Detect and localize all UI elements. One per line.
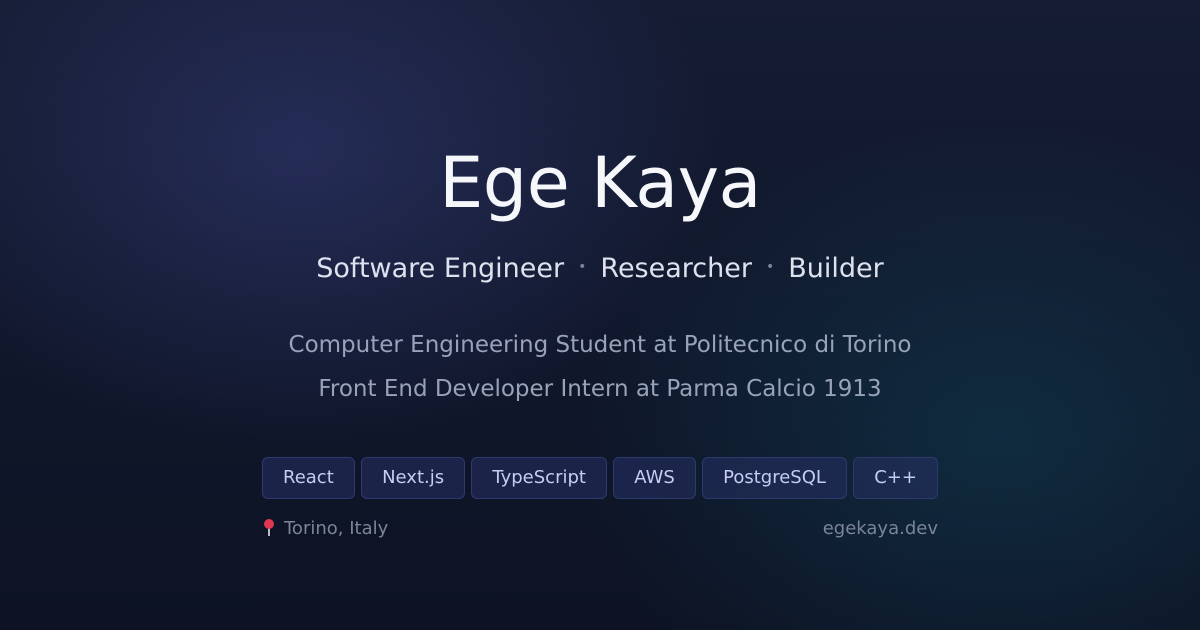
tag-react: React [262, 457, 355, 499]
role-separator: • [578, 258, 587, 275]
role-separator: • [765, 258, 775, 275]
website-url: egekaya.dev [822, 517, 938, 539]
tag-typescript: TypeScript [471, 457, 607, 499]
tag-aws: AWS [613, 457, 696, 499]
profile-card: Ege Kaya Software Engineer • Researcher • Bu… [0, 0, 1200, 630]
tag-nextjs: Next.js [361, 457, 466, 499]
skill-tags: React Next.js TypeScript AWS PostgreSQL … [262, 457, 938, 499]
roles-line: Software Engineer • Researcher • Builder [0, 250, 1200, 289]
bio-line-education: Computer Engineering Student at Politecn… [288, 332, 912, 358]
role-researcher: Researcher [600, 253, 752, 284]
location-text: Torino, Italy [284, 517, 389, 539]
role-builder: Builder [788, 253, 884, 284]
location: Torino, Italy [262, 518, 388, 539]
tag-postgresql: PostgreSQL [702, 457, 847, 499]
map-pin-icon [262, 519, 276, 537]
bio-line-internship: Front End Developer Intern at Parma Calc… [318, 376, 882, 402]
footer: Torino, Italy egekaya.dev [262, 514, 938, 542]
profile-name: Ege Kaya [439, 142, 761, 224]
tag-cpp: C++ [853, 457, 938, 499]
role-software-engineer: Software Engineer [316, 253, 565, 284]
